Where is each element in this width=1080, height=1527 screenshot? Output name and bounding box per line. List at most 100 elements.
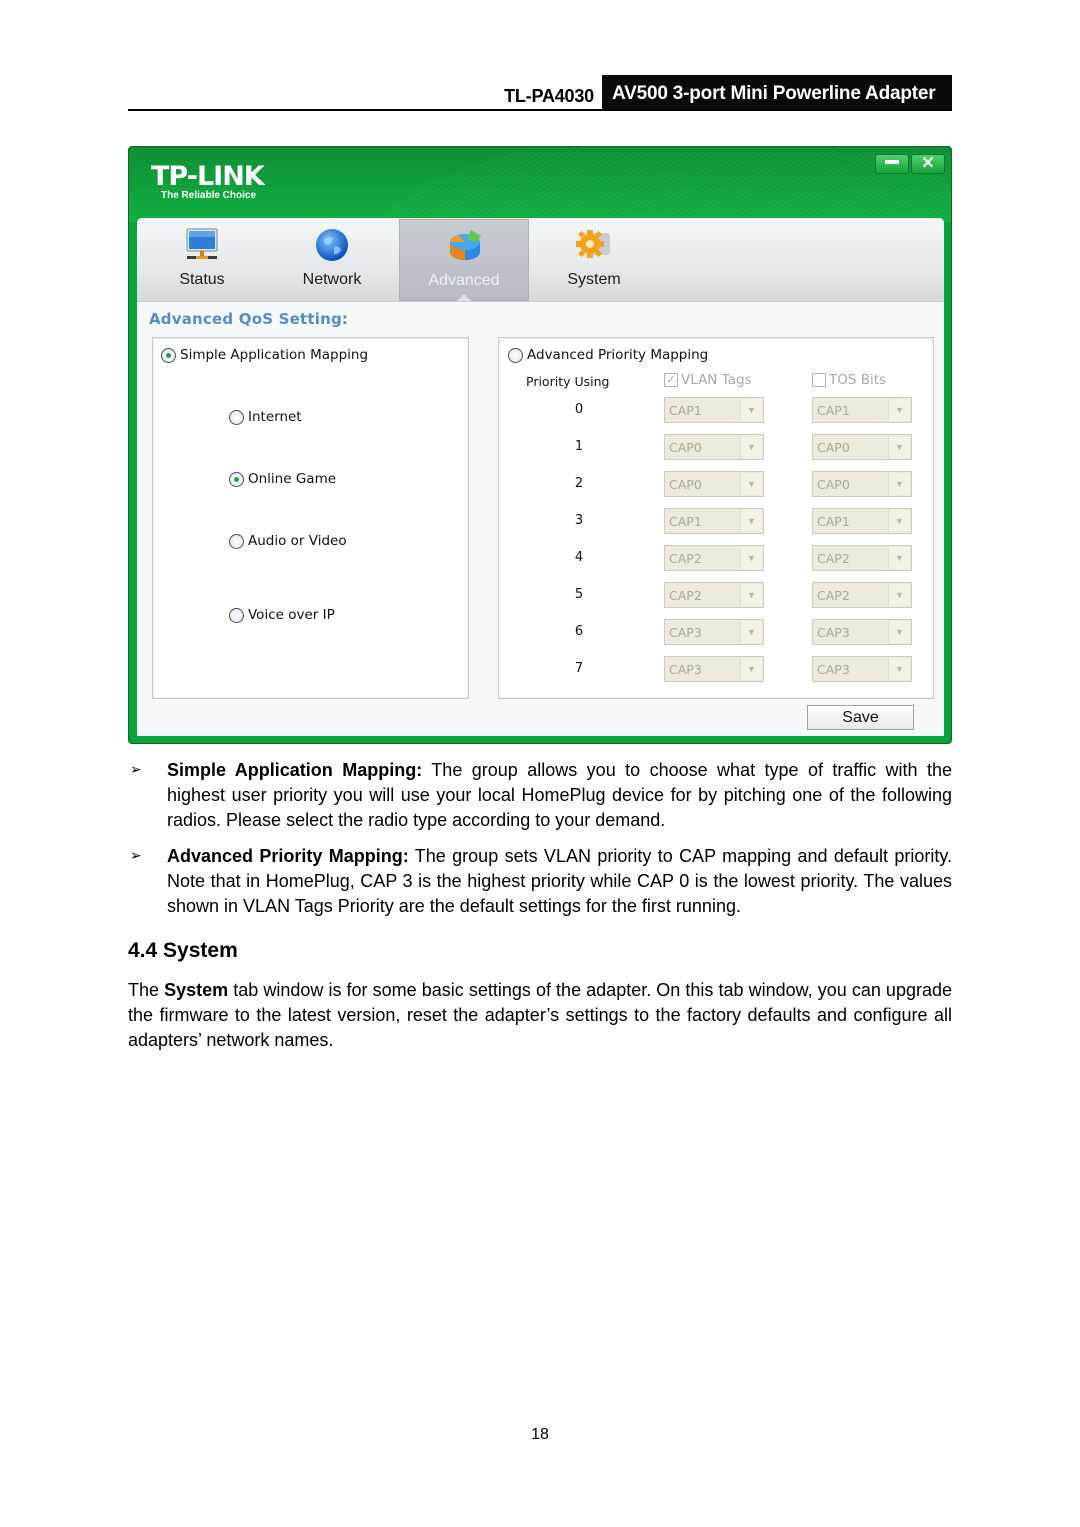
select-value: CAP2 — [669, 588, 702, 603]
close-icon: ✕ — [921, 155, 935, 172]
select-value: CAP0 — [817, 477, 850, 492]
radio-internet[interactable]: Internet — [229, 409, 302, 425]
tab-advanced[interactable]: Advanced — [399, 219, 529, 301]
select-value: CAP1 — [817, 403, 850, 418]
radio-label: Online Game — [248, 471, 337, 487]
page-number: 18 — [531, 1426, 549, 1443]
section-heading: 4.4 System — [128, 939, 238, 962]
checkbox-label: VLAN Tags — [681, 372, 752, 388]
vlan-cap-select[interactable]: CAP3 ▼ — [664, 656, 764, 682]
save-button[interactable]: Save — [807, 705, 914, 730]
select-value: CAP0 — [669, 477, 702, 492]
title-banner: TP-LINK The Reliable Choice ✕ — [129, 147, 951, 222]
chevron-down-icon[interactable]: ▼ — [888, 510, 910, 532]
select-value: CAP3 — [669, 662, 702, 677]
window-controls: ✕ — [875, 154, 945, 174]
monitor-icon — [186, 228, 218, 259]
minimize-button[interactable] — [875, 154, 909, 174]
bullet-list: ➢ Simple Application Mapping: The group … — [128, 758, 952, 930]
chevron-down-icon[interactable]: ▼ — [888, 584, 910, 606]
tab-bar: Status Network Advanced System — [137, 218, 944, 302]
vlan-cap-select[interactable]: CAP1 ▼ — [664, 508, 764, 534]
tos-cap-select[interactable]: CAP3 ▼ — [812, 619, 912, 645]
checkbox-label: TOS Bits — [829, 372, 887, 388]
radio-label: Internet — [248, 409, 302, 425]
radio-audio-or-video[interactable]: Audio or Video — [229, 533, 347, 549]
chevron-down-icon[interactable]: ▼ — [888, 399, 910, 421]
chevron-down-icon[interactable]: ▼ — [888, 621, 910, 643]
chevron-down-icon[interactable]: ▼ — [740, 473, 762, 495]
document-header: TL-PA4030 AV500 3-port Mini Powerline Ad… — [128, 75, 952, 111]
section-title: Advanced QoS Setting: — [149, 310, 349, 328]
tos-cap-select[interactable]: CAP0 ▼ — [812, 471, 912, 497]
vlan-cap-select[interactable]: CAP0 ▼ — [664, 434, 764, 460]
select-value: CAP2 — [817, 588, 850, 603]
tos-cap-select[interactable]: CAP0 ▼ — [812, 434, 912, 460]
radio-unselected-icon — [229, 533, 244, 549]
tab-status-label: Status — [179, 271, 225, 288]
radio-unselected-icon — [229, 409, 244, 425]
select-value: CAP0 — [669, 440, 702, 455]
vlan-cap-select[interactable]: CAP2 ▼ — [664, 545, 764, 571]
chevron-down-icon[interactable]: ▼ — [740, 436, 762, 458]
tos-cap-select[interactable]: CAP1 ▼ — [812, 508, 912, 534]
checkbox-checked-icon: ✓ — [664, 373, 678, 387]
vlan-cap-select[interactable]: CAP3 ▼ — [664, 619, 764, 645]
product-name: AV500 3-port Mini Powerline Adapter — [602, 75, 952, 109]
priority-value: 3 — [574, 513, 584, 528]
chevron-down-icon[interactable]: ▼ — [740, 658, 762, 680]
tab-system[interactable]: System — [529, 219, 659, 301]
radio-label: Advanced Priority Mapping — [527, 347, 709, 363]
select-value: CAP1 — [817, 514, 850, 529]
vlan-cap-select[interactable]: CAP2 ▼ — [664, 582, 764, 608]
priority-value: 5 — [574, 587, 584, 602]
radio-simple-application-mapping[interactable]: Simple Application Mapping — [161, 347, 368, 363]
tab-advanced-label: Advanced — [428, 272, 500, 289]
tplink-logo: TP-LINK The Reliable Choice — [151, 161, 265, 202]
select-value: CAP1 — [669, 403, 702, 418]
tos-cap-select[interactable]: CAP2 ▼ — [812, 545, 912, 571]
tab-network-label: Network — [302, 271, 362, 288]
radio-advanced-priority-mapping[interactable]: Advanced Priority Mapping — [508, 347, 708, 363]
chevron-down-icon[interactable]: ▼ — [740, 621, 762, 643]
chevron-down-icon[interactable]: ▼ — [740, 547, 762, 569]
advanced-mapping-group: Advanced Priority Mapping Priority Using… — [498, 337, 934, 699]
vlan-cap-select[interactable]: CAP0 ▼ — [664, 471, 764, 497]
tab-system-label: System — [567, 271, 621, 288]
chevron-down-icon[interactable]: ▼ — [888, 436, 910, 458]
logo-brand: TP-LINK — [151, 161, 265, 192]
radio-voice-over-ip[interactable]: Voice over IP — [229, 607, 335, 623]
tos-cap-select[interactable]: CAP2 ▼ — [812, 582, 912, 608]
radio-label: Voice over IP — [248, 607, 335, 623]
chevron-down-icon[interactable]: ▼ — [888, 473, 910, 495]
tab-network[interactable]: Network — [267, 219, 397, 301]
tplink-utility-window: TP-LINK The Reliable Choice ✕ Status Net… — [128, 146, 952, 744]
radio-selected-icon — [229, 471, 244, 487]
select-value: CAP0 — [817, 440, 850, 455]
simple-mapping-group: Simple Application Mapping Internet Onli… — [152, 337, 469, 699]
close-button[interactable]: ✕ — [911, 154, 945, 174]
priority-value: 1 — [574, 439, 584, 454]
tos-cap-select[interactable]: CAP3 ▼ — [812, 656, 912, 682]
bullet-arrow-icon: ➢ — [130, 762, 142, 778]
radio-label: Simple Application Mapping — [180, 347, 369, 363]
chevron-down-icon[interactable]: ▼ — [888, 658, 910, 680]
pie-chart-icon — [450, 230, 481, 260]
banner-wave-decoration — [371, 147, 951, 222]
tab-status[interactable]: Status — [137, 219, 267, 301]
select-value: CAP2 — [817, 551, 850, 566]
tos-cap-select[interactable]: CAP1 ▼ — [812, 397, 912, 423]
chevron-down-icon[interactable]: ▼ — [740, 510, 762, 532]
checkbox-tos-bits[interactable]: TOS Bits — [812, 372, 886, 388]
chevron-down-icon[interactable]: ▼ — [740, 584, 762, 606]
priority-using-label: Priority Using — [526, 374, 610, 389]
select-value: CAP3 — [669, 625, 702, 640]
chevron-down-icon[interactable]: ▼ — [888, 547, 910, 569]
para-text: The — [128, 980, 165, 1000]
vlan-cap-select[interactable]: CAP1 ▼ — [664, 397, 764, 423]
chevron-down-icon[interactable]: ▼ — [740, 399, 762, 421]
logo-tagline: The Reliable Choice — [161, 190, 257, 201]
select-value: CAP2 — [669, 551, 702, 566]
checkbox-vlan-tags[interactable]: ✓ VLAN Tags — [664, 372, 752, 388]
radio-online-game[interactable]: Online Game — [229, 471, 336, 487]
